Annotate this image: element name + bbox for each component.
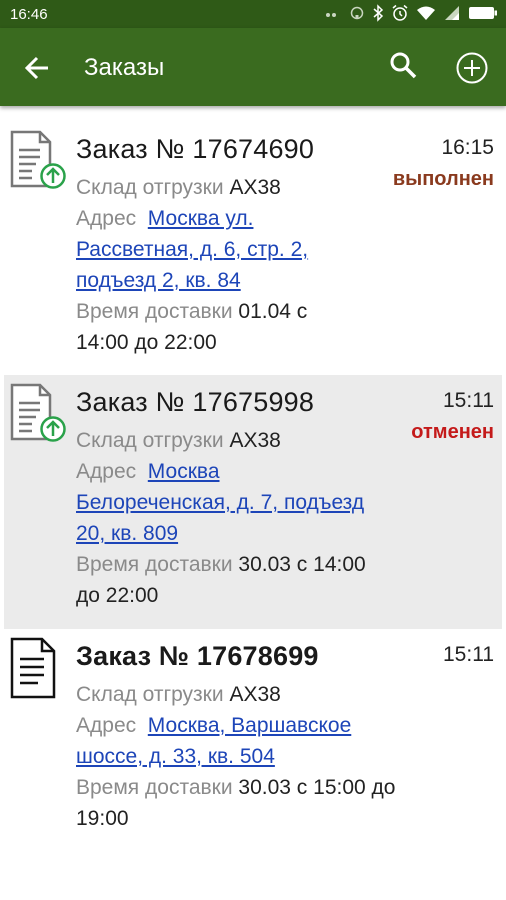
delivery-line: Время доставки 30.03 с 15:00 до [76,772,456,803]
delivery-time-label: Время доставки [76,300,233,323]
delivery-line: Время доставки 30.03 с 14:00 [76,549,416,580]
warehouse-label: Склад отгрузки [76,176,224,199]
bluetooth-icon [372,4,384,22]
delivery-time-value: 30.03 с 15:00 до [238,776,396,799]
alarm-icon [391,4,409,22]
order-details: Склад отгрузки АХ38 Адрес Москва, Варшав… [76,679,456,834]
warehouse-value: АХ38 [229,176,281,199]
status-time: 16:46 [10,6,48,23]
warehouse-label: Склад отгрузки [76,429,224,452]
search-icon[interactable] [388,50,420,82]
warehouse-value: АХ38 [229,429,281,452]
status-bar: 16:46 [0,0,506,28]
order-time: 15:11 [443,643,494,666]
document-upload-icon [10,383,72,445]
warehouse-line: Склад отгрузки АХ38 [76,425,416,456]
order-title: Заказ № 17678699 [76,641,319,671]
delivery-time-label: Время доставки [76,776,233,799]
address-link[interactable]: Москва ул. [148,207,254,230]
order-title: Заказ № 17674690 [76,134,315,164]
order-item[interactable]: Заказ № 17674690 16:15 выполнен Склад от… [0,122,506,375]
order-details: Склад отгрузки АХ38 Адрес Москва Белореч… [76,425,416,611]
add-circle-icon[interactable] [455,51,489,85]
address-line: Адрес Москва ул. [76,203,436,234]
address-link[interactable]: Белореченская, д. 7, подъезд [76,491,364,514]
warehouse-line: Склад отгрузки АХ38 [76,679,456,710]
orders-list: Заказ № 17674690 16:15 выполнен Склад от… [0,122,506,869]
order-status-badge: отменен [411,421,494,443]
address-link[interactable]: Рассветная, д. 6, стр. 2, [76,238,308,261]
address-label: Адрес [76,714,137,737]
delivery-time-value: до 22:00 [76,584,159,607]
address-link[interactable]: шоссе, д. 33, кв. 504 [76,745,275,768]
delivery-time-value: 30.03 с 14:00 [238,553,366,576]
order-time: 16:15 [441,136,494,159]
dots-icon [324,5,342,21]
delivery-time-label: Время доставки [76,553,233,576]
status-icons [324,4,498,22]
document-upload-icon [10,130,72,192]
address-line: Адрес Москва, Варшавское [76,710,456,741]
order-details: Склад отгрузки АХ38 Адрес Москва ул. Рас… [76,172,436,358]
wifi-icon [416,5,436,21]
page-title: Заказы [84,54,165,81]
delivery-time-value: 01.04 с [238,300,308,323]
back-arrow-icon[interactable] [22,52,54,84]
order-title: Заказ № 17675998 [76,387,315,417]
order-item[interactable]: Заказ № 17678699 15:11 Склад отгрузки АХ… [0,629,506,869]
warehouse-value: АХ38 [229,683,281,706]
address-link[interactable]: Москва, Варшавское [148,714,351,737]
delivery-time-value: 19:00 [76,807,129,830]
signal-icon [443,5,461,21]
address-link[interactable]: Москва [148,460,220,483]
warehouse-line: Склад отгрузки АХ38 [76,172,436,203]
address-line: Адрес Москва [76,456,416,487]
delivery-time-value: 14:00 до 22:00 [76,331,217,354]
address-link[interactable]: подъезд 2, кв. 84 [76,269,241,292]
battery-icon [468,5,498,21]
address-link[interactable]: 20, кв. 809 [76,522,178,545]
headset-icon [349,4,365,22]
warehouse-label: Склад отгрузки [76,683,224,706]
address-label: Адрес [76,460,137,483]
address-label: Адрес [76,207,137,230]
delivery-line: Время доставки 01.04 с [76,296,436,327]
order-time: 15:11 [443,389,494,412]
app-bar: Заказы [0,28,506,106]
document-icon [10,637,72,699]
order-item[interactable]: Заказ № 17675998 15:11 отменен Склад отг… [4,375,502,629]
